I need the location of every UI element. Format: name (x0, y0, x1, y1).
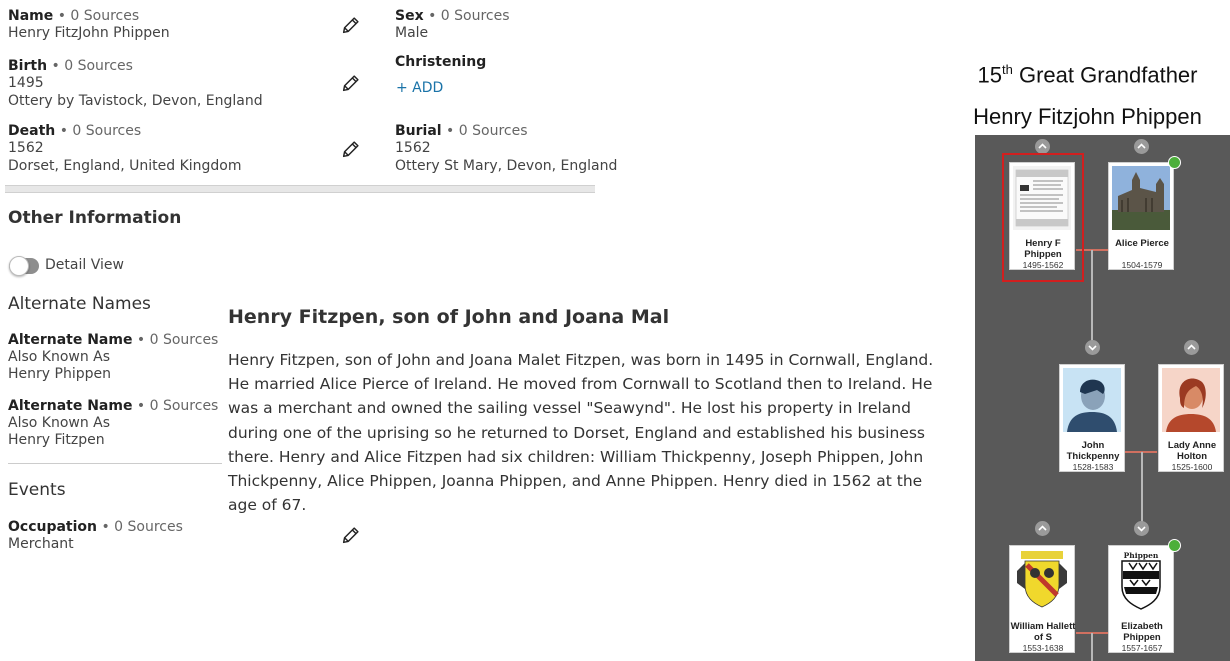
expand-parents-chevron-up-icon[interactable] (1184, 340, 1199, 355)
birth-date: 1495 (8, 75, 44, 91)
svg-text:Phippen: Phippen (1124, 551, 1159, 560)
story-title: Henry Fitzpen, son of John and Joana Mal (228, 306, 670, 328)
tree-person-card[interactable]: Henry F Phippen 1495-1562 (1009, 162, 1075, 270)
relationship-person-name: Henry Fitzjohn Phippen (973, 104, 1202, 129)
relationship-title: 15th Great Grandfather (977, 62, 1198, 88)
name-fact-label: Name • 0 Sources (8, 8, 140, 24)
birth-place: Ottery by Tavistock, Devon, England (8, 92, 263, 109)
shield-photo: Phippen (1112, 549, 1170, 613)
tree-person-name: Elizabeth Phippen (1121, 621, 1163, 643)
descent-connector (1091, 250, 1093, 346)
tree-person-card[interactable]: Phippen Elizabeth Phippen 1557-1657 (1108, 545, 1174, 653)
christening-fact-label: Christening (395, 54, 487, 70)
tree-person-name: John Thickpenny (1066, 440, 1120, 462)
tree-person-card[interactable]: Lady Anne Holton 1525-1600 (1158, 364, 1224, 472)
alternate-names-divider (8, 463, 222, 464)
tree-person-card[interactable]: William Hallett of S 1553-1638 (1009, 545, 1075, 653)
tree-person-dates: 1525-1600 (1171, 462, 1213, 472)
collapse-chevron-down-icon[interactable] (1134, 521, 1149, 536)
edit-name-pencil-icon[interactable] (340, 14, 362, 36)
death-date: 1562 (8, 140, 44, 156)
death-fact-label: Death • 0 Sources (8, 123, 142, 139)
document-photo (1013, 166, 1071, 230)
alternate-name-value: Henry Phippen (8, 366, 111, 382)
burial-date: 1562 (395, 140, 431, 156)
tree-person-name: Henry F Phippen (1024, 238, 1062, 260)
edit-death-pencil-icon[interactable] (340, 138, 362, 160)
birth-fact-label: Birth • 0 Sources (8, 58, 133, 74)
descent-connector (1141, 452, 1143, 528)
toggle-knob (9, 256, 29, 276)
edit-occupation-pencil-icon[interactable] (340, 524, 362, 546)
descent-connector (1091, 633, 1093, 661)
tree-person-card[interactable]: John Thickpenny 1528-1583 (1059, 364, 1125, 472)
death-place: Dorset, England, United Kingdom (8, 157, 242, 174)
alternate-name-type: Also Known As (8, 414, 111, 431)
record-hint-leaf-icon[interactable] (1168, 539, 1181, 552)
church-photo (1112, 166, 1170, 230)
detail-view-label: Detail View (45, 257, 124, 273)
expand-parents-chevron-up-icon[interactable] (1035, 139, 1050, 154)
tree-person-dates: 1557-1657 (1121, 643, 1163, 653)
tree-person-name: Lady Anne Holton (1167, 440, 1217, 462)
coat-of-arms-photo (1013, 549, 1071, 613)
occupation-value: Merchant (8, 535, 74, 552)
tree-person-card[interactable]: Alice Pierce 1504-1579 (1108, 162, 1174, 270)
collapse-chevron-down-icon[interactable] (1085, 340, 1100, 355)
tree-person-name: William Hallett of S (1010, 621, 1076, 643)
tree-person-dates: 1495-1562 (1022, 260, 1064, 270)
expand-parents-chevron-up-icon[interactable] (1134, 139, 1149, 154)
edit-birth-pencil-icon[interactable] (340, 72, 362, 94)
expand-parents-chevron-up-icon[interactable] (1035, 521, 1050, 536)
alternate-name-value: Henry Fitzpen (8, 432, 105, 448)
tree-person-dates: 1528-1583 (1072, 462, 1114, 472)
facts-divider (5, 185, 595, 193)
burial-place: Ottery St Mary, Devon, England (395, 157, 618, 174)
sex-fact-value: Male (395, 25, 429, 41)
story-body: Henry Fitzpen, son of John and Joana Mal… (228, 351, 934, 515)
sex-fact-label: Sex • 0 Sources (395, 8, 510, 24)
alternate-names-heading: Alternate Names (8, 294, 151, 314)
tree-person-dates: 1504-1579 (1121, 260, 1163, 270)
male-silhouette-photo (1063, 368, 1121, 432)
events-heading: Events (8, 480, 66, 500)
burial-fact-label: Burial • 0 Sources (395, 123, 528, 139)
alternate-name-type: Also Known As (8, 348, 111, 365)
detail-view-toggle[interactable] (9, 256, 39, 276)
name-fact-value: Henry FitzJohn Phippen (8, 25, 170, 41)
alternate-name-label: Alternate Name • 0 Sources (8, 398, 219, 414)
occupation-label: Occupation • 0 Sources (8, 519, 183, 535)
family-tree-panel: Henry F Phippen 1495-1562 Alice Pierce 1… (975, 135, 1230, 661)
christening-add-link[interactable]: + ADD (396, 80, 443, 96)
tree-person-dates: 1553-1638 (1022, 643, 1064, 653)
female-silhouette-photo (1162, 368, 1220, 432)
other-information-heading: Other Information (8, 208, 182, 228)
record-hint-leaf-icon[interactable] (1168, 156, 1181, 169)
alternate-name-label: Alternate Name • 0 Sources (8, 332, 219, 348)
tree-person-name: Alice Pierce (1115, 238, 1169, 249)
